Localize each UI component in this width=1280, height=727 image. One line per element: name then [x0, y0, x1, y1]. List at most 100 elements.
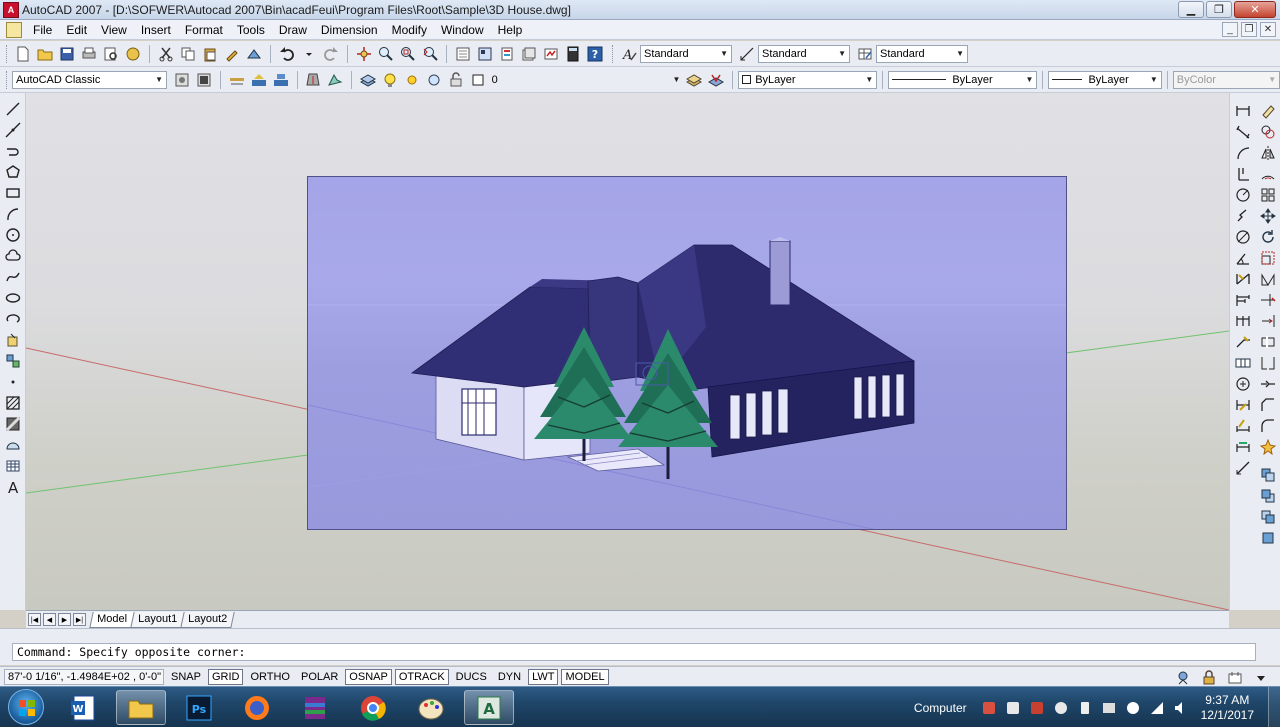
- extend-icon[interactable]: [1259, 312, 1277, 330]
- table-style-icon[interactable]: [856, 45, 874, 63]
- layer-color-swatch-icon[interactable]: [469, 71, 487, 89]
- layer-states-icon[interactable]: [359, 71, 377, 89]
- layer-thaw-sun-icon[interactable]: [403, 71, 421, 89]
- array-icon[interactable]: [1259, 186, 1277, 204]
- calculator-icon[interactable]: [564, 45, 582, 63]
- dimension-update-icon[interactable]: [1234, 438, 1252, 456]
- revision-cloud-icon[interactable]: [4, 247, 22, 265]
- baseline-dimension-icon[interactable]: [1234, 291, 1252, 309]
- autocad-app-icon[interactable]: A: [3, 1, 19, 18]
- coordinate-display[interactable]: 87'-0 1/16", -1.4984E+02 , 0'-0": [4, 668, 164, 685]
- center-mark-icon[interactable]: [1234, 375, 1252, 393]
- linear-dimension-icon[interactable]: [1234, 102, 1252, 120]
- ucs-previous-icon[interactable]: [272, 71, 290, 89]
- tray-app-icon[interactable]: [1125, 700, 1141, 716]
- zoom-window-icon[interactable]: [399, 45, 417, 63]
- toolbar-grip[interactable]: [612, 44, 615, 63]
- grid-toggle[interactable]: GRID: [207, 668, 244, 685]
- menu-format[interactable]: Format: [178, 20, 230, 40]
- layer-properties-manager-icon[interactable]: [305, 71, 323, 89]
- quick-leader-icon[interactable]: [1234, 333, 1252, 351]
- angular-dimension-icon[interactable]: [1234, 249, 1252, 267]
- color-control-dropdown[interactable]: ByLayer ▼: [738, 70, 878, 89]
- design-center-icon[interactable]: [476, 45, 494, 63]
- layer-previous-icon[interactable]: [685, 71, 703, 89]
- model-space-canvas[interactable]: [26, 93, 1229, 610]
- cut-icon[interactable]: [157, 45, 175, 63]
- undo-icon[interactable]: [278, 45, 296, 63]
- ortho-toggle[interactable]: ORTHO: [246, 669, 294, 685]
- circle-icon[interactable]: [4, 226, 22, 244]
- block-editor-icon[interactable]: [245, 45, 263, 63]
- taskbar-paint[interactable]: [406, 690, 456, 725]
- dimension-style-dropdown[interactable]: Standard ▼: [758, 44, 850, 63]
- text-style-icon[interactable]: A: [620, 45, 638, 63]
- polar-toggle[interactable]: POLAR: [297, 669, 342, 685]
- ellipse-icon[interactable]: [4, 289, 22, 307]
- prev-tab-button[interactable]: ◀: [43, 613, 56, 626]
- markup-set-manager-icon[interactable]: [542, 45, 560, 63]
- dimension-edit-icon[interactable]: [1234, 396, 1252, 414]
- menu-insert[interactable]: Insert: [134, 20, 178, 40]
- tab-layout2[interactable]: Layout2: [180, 611, 235, 628]
- diameter-dimension-icon[interactable]: [1234, 228, 1252, 246]
- menu-dimension[interactable]: Dimension: [314, 20, 385, 40]
- osnap-toggle[interactable]: OSNAP: [345, 668, 392, 685]
- polygon-icon[interactable]: [4, 163, 22, 181]
- undo-dropdown-icon[interactable]: [300, 45, 318, 63]
- workspace-settings-icon[interactable]: [173, 71, 191, 89]
- ellipse-arc-icon[interactable]: [4, 310, 22, 328]
- redo-icon[interactable]: [322, 45, 340, 63]
- dimension-style-tb-icon[interactable]: [1234, 459, 1252, 477]
- bring-to-front-icon[interactable]: [1259, 529, 1277, 547]
- construction-line-icon[interactable]: [4, 121, 22, 139]
- doc-close-button[interactable]: ✕: [1260, 22, 1276, 37]
- tab-model[interactable]: Model: [89, 611, 135, 628]
- open-folder-icon[interactable]: [36, 45, 54, 63]
- aligned-dimension-icon[interactable]: [1234, 123, 1252, 141]
- ordinate-dimension-icon[interactable]: [1234, 165, 1252, 183]
- make-block-icon[interactable]: [4, 352, 22, 370]
- arc-icon[interactable]: [4, 205, 22, 223]
- copy-icon[interactable]: [179, 45, 197, 63]
- lineweight-control-dropdown[interactable]: ByLayer ▼: [1048, 70, 1162, 89]
- chamfer-icon[interactable]: [1259, 396, 1277, 414]
- taskbar-explorer[interactable]: [116, 690, 166, 725]
- document-icon[interactable]: [6, 21, 22, 38]
- tool-palettes-icon[interactable]: [498, 45, 516, 63]
- lwt-toggle[interactable]: LWT: [528, 668, 559, 685]
- rotate-icon[interactable]: [1259, 228, 1277, 246]
- publish-icon[interactable]: [124, 45, 142, 63]
- help-icon[interactable]: ?: [586, 45, 604, 63]
- tray-app-icon[interactable]: [1053, 700, 1069, 716]
- last-tab-button[interactable]: ▶|: [73, 613, 86, 626]
- taskbar-photoshop[interactable]: Ps: [174, 690, 224, 725]
- taskbar-clock[interactable]: 9:37 AM 12/1/2017: [1201, 693, 1254, 723]
- tolerance-icon[interactable]: [1234, 354, 1252, 372]
- tray-app-icon[interactable]: [1005, 700, 1021, 716]
- new-file-icon[interactable]: [14, 45, 32, 63]
- menu-help[interactable]: Help: [491, 20, 530, 40]
- fillet-icon[interactable]: [1259, 417, 1277, 435]
- taskbar-autocad[interactable]: A: [464, 690, 514, 725]
- dyn-toggle[interactable]: DYN: [494, 669, 525, 685]
- bring-above-icon[interactable]: [1259, 487, 1277, 505]
- tray-app-icon[interactable]: [981, 700, 997, 716]
- status-menu-chevron-icon[interactable]: [1252, 669, 1270, 687]
- workspace-dropdown[interactable]: AutoCAD Classic ▼: [11, 70, 168, 89]
- hatch-icon[interactable]: [4, 394, 22, 412]
- doc-restore-button[interactable]: ❐: [1241, 22, 1257, 37]
- menu-window[interactable]: Window: [434, 20, 491, 40]
- stretch-icon[interactable]: [1259, 270, 1277, 288]
- taskbar-word[interactable]: W: [58, 690, 108, 725]
- radius-dimension-icon[interactable]: [1234, 186, 1252, 204]
- menu-tools[interactable]: Tools: [230, 20, 272, 40]
- break-icon[interactable]: [1259, 354, 1277, 372]
- next-tab-button[interactable]: ▶: [58, 613, 71, 626]
- model-toggle[interactable]: MODEL: [561, 668, 609, 685]
- gradient-icon[interactable]: [4, 415, 22, 433]
- scale-icon[interactable]: [1259, 249, 1277, 267]
- my-workspace-icon[interactable]: [195, 71, 213, 89]
- trim-icon[interactable]: [1259, 291, 1277, 309]
- snap-toggle[interactable]: SNAP: [167, 669, 205, 685]
